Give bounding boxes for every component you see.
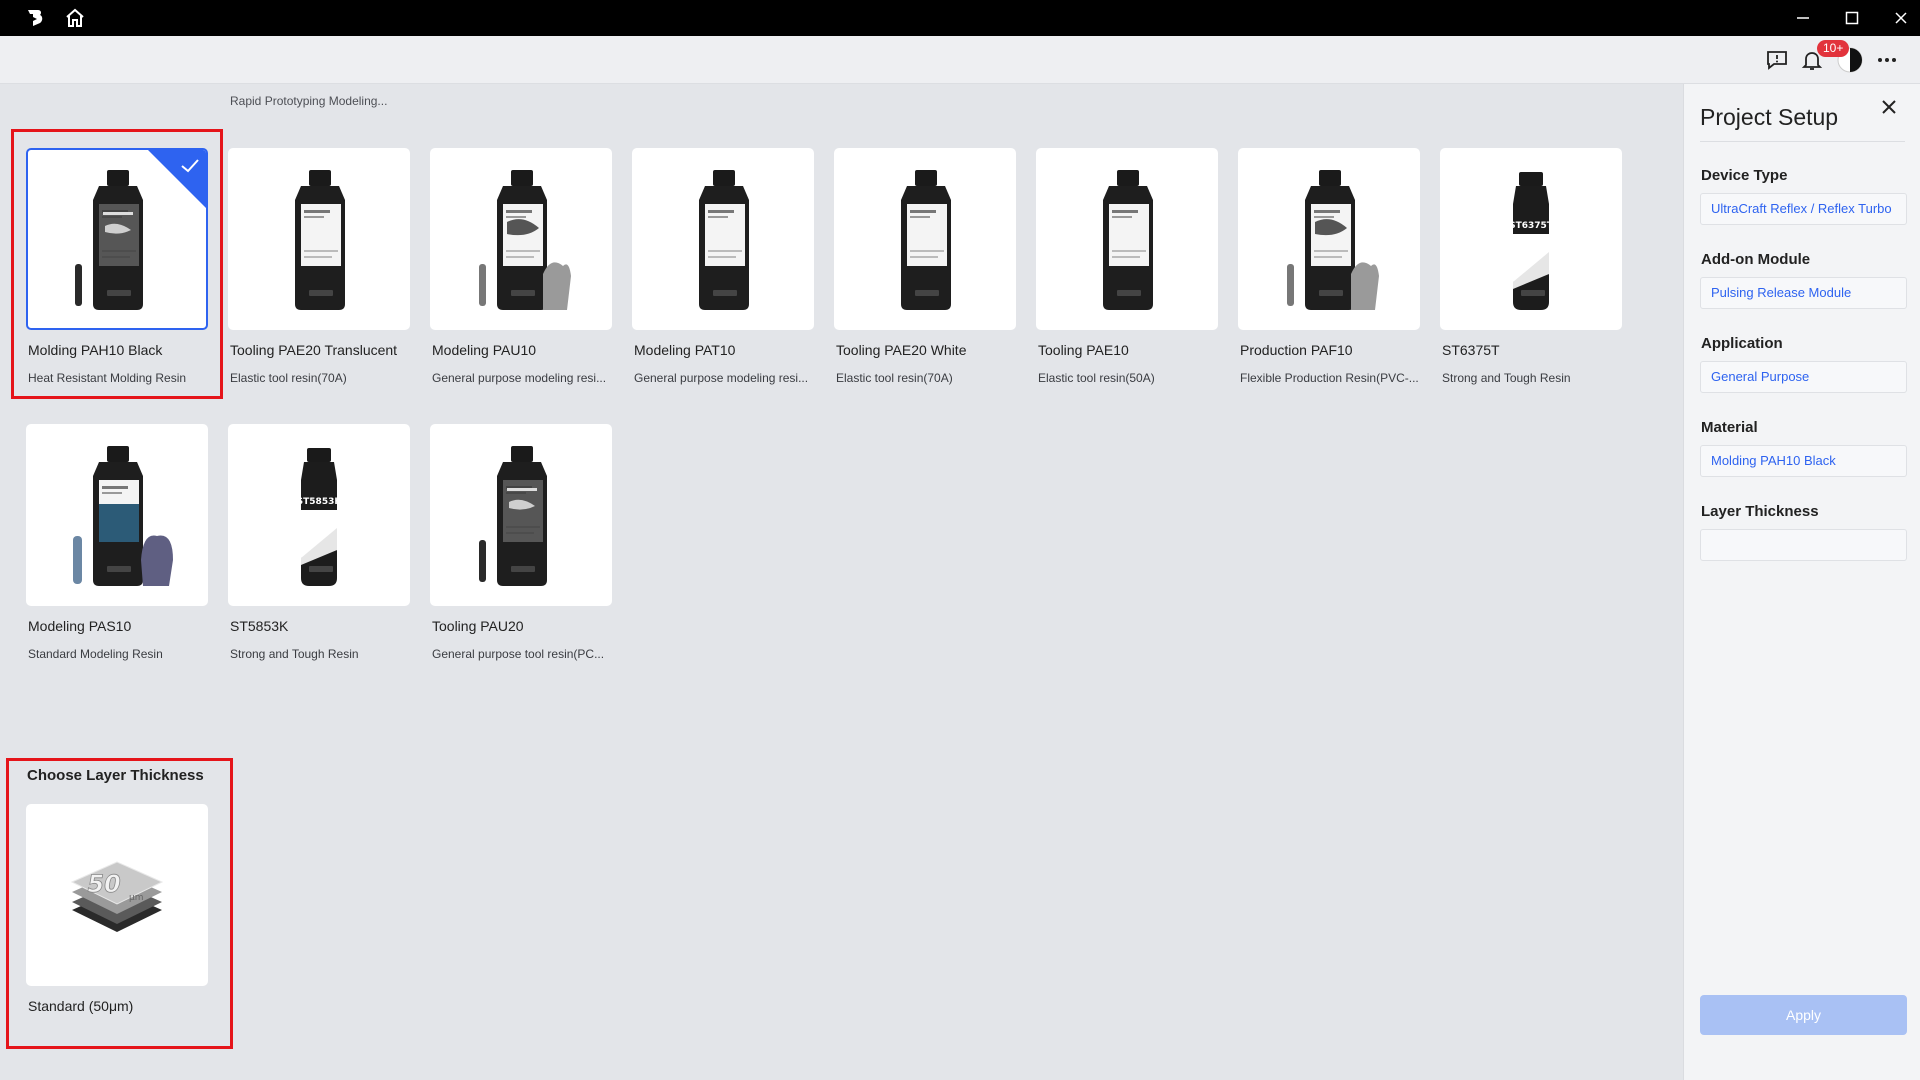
- title-bar: [0, 0, 1920, 36]
- material-name: Modeling PAT10: [634, 342, 736, 358]
- material-name: Tooling PAE10: [1038, 342, 1129, 358]
- device-type-label: Device Type: [1701, 167, 1788, 184]
- resin-bottle-icon: ST6375T: [1509, 172, 1554, 310]
- material-card[interactable]: Modeling PAT10 General purpose modeling r…: [632, 148, 814, 385]
- material-description: Elastic tool resin(50A): [1038, 371, 1155, 385]
- material-description: General purpose tool resin(PC...: [432, 647, 605, 661]
- device-type-field[interactable]: UltraCraft Reflex / Reflex Turbo: [1700, 193, 1907, 225]
- material-name: ST5853K: [230, 618, 289, 634]
- material-description: Strong and Tough Resin: [230, 647, 359, 661]
- addon-module-label: Add-on Module: [1701, 251, 1811, 268]
- material-thumbnail: ST5853K: [228, 424, 410, 606]
- material-name: Tooling PAU20: [432, 618, 524, 634]
- selection-highlight-box: [11, 129, 223, 399]
- material-name: Tooling PAE20 Translucent: [230, 342, 398, 358]
- layer-highlight-box: [6, 758, 233, 1049]
- close-window-button[interactable]: [1886, 4, 1916, 32]
- application-field[interactable]: General Purpose: [1700, 361, 1907, 393]
- home-icon[interactable]: [63, 6, 87, 30]
- material-description: General purpose modeling resi...: [634, 371, 809, 385]
- resin-bottle-icon: ST5853K: [297, 448, 343, 586]
- material-card[interactable]: ST5853K ST5853K Strong and Tough Resin: [228, 424, 410, 661]
- material-name: ST6375T: [1442, 342, 1500, 358]
- material-name: Modeling PAS10: [28, 618, 132, 634]
- material-field[interactable]: Molding PAH10 Black: [1700, 445, 1907, 477]
- material-thumbnail: [228, 148, 410, 330]
- minimize-button[interactable]: [1788, 4, 1818, 32]
- svg-text:ST6375T: ST6375T: [1509, 221, 1554, 231]
- material-label: Material: [1701, 419, 1758, 436]
- panel-divider: [1700, 141, 1905, 142]
- layer-thickness-label: Layer Thickness: [1701, 503, 1819, 520]
- material-description: Elastic tool resin(70A): [230, 371, 347, 385]
- maximize-button[interactable]: [1837, 4, 1867, 32]
- svg-text:ST5853K: ST5853K: [297, 497, 343, 507]
- material-thumbnail: [834, 148, 1016, 330]
- panel-title: Project Setup: [1700, 104, 1839, 130]
- peek-desc: Rapid Prototyping Modeling...: [230, 94, 388, 108]
- material-thumbnail: [430, 148, 612, 330]
- material-card[interactable]: Production PAF10 Flexible Production Resi…: [1238, 148, 1420, 385]
- material-thumbnail: [632, 148, 814, 330]
- material-card[interactable]: ST6375T ST6375T Strong and Tough Resin: [1440, 148, 1622, 385]
- material-thumbnail: [26, 424, 208, 606]
- layer-thickness-field[interactable]: [1700, 529, 1907, 561]
- material-description: Strong and Tough Resin: [1442, 371, 1571, 385]
- application-label: Application: [1701, 335, 1783, 352]
- resin-bottle-icon: [479, 170, 571, 310]
- feedback-icon[interactable]: [1763, 46, 1791, 74]
- more-options-icon[interactable]: [1873, 46, 1901, 74]
- material-card[interactable]: Tooling PAE20 Translucent Elastic tool re…: [228, 148, 410, 385]
- resin-bottle-icon: [479, 446, 547, 586]
- material-card[interactable]: Tooling PAE20 White Elastic tool resin(70…: [834, 148, 1016, 385]
- material-grid-area: Rapid Prototyping Modeling... Molding PA…: [0, 84, 1683, 1080]
- material-card[interactable]: Tooling PAE10 Elastic tool resin(50A): [1036, 148, 1218, 385]
- notification-badge: 10+: [1817, 40, 1850, 57]
- material-card[interactable]: Modeling PAU10 General purpose modeling r…: [430, 148, 612, 385]
- material-description: Elastic tool resin(70A): [836, 371, 953, 385]
- material-name: Production PAF10: [1240, 342, 1353, 358]
- app-logo-icon: [22, 6, 46, 30]
- material-card[interactable]: Modeling PAS10 Standard Modeling Resin: [26, 424, 208, 661]
- material-card[interactable]: Tooling PAU20 General purpose tool resin(…: [430, 424, 612, 661]
- resin-bottle-icon: [73, 446, 173, 586]
- resin-bottle-icon: [699, 170, 749, 310]
- material-description: Flexible Production Resin(PVC-...: [1240, 371, 1419, 385]
- material-name: Modeling PAU10: [432, 342, 537, 358]
- project-setup-panel: Project Setup Device Type UltraCraft Ref…: [1683, 84, 1920, 1080]
- resin-bottle-icon: [295, 170, 345, 310]
- top-toolbar: [0, 36, 1920, 84]
- material-description: General purpose modeling resi...: [432, 371, 607, 385]
- material-thumbnail: [1238, 148, 1420, 330]
- addon-module-field[interactable]: Pulsing Release Module: [1700, 277, 1907, 309]
- material-description: Standard Modeling Resin: [28, 647, 163, 661]
- apply-button[interactable]: Apply: [1700, 995, 1907, 1035]
- resin-bottle-icon: [901, 170, 951, 310]
- close-icon[interactable]: [1876, 94, 1902, 120]
- material-thumbnail: ST6375T: [1440, 148, 1622, 330]
- material-thumbnail: [430, 424, 612, 606]
- resin-bottle-icon: [1103, 170, 1153, 310]
- material-name: Tooling PAE20 White: [836, 342, 967, 358]
- material-thumbnail: [1036, 148, 1218, 330]
- resin-bottle-icon: [1287, 170, 1379, 310]
